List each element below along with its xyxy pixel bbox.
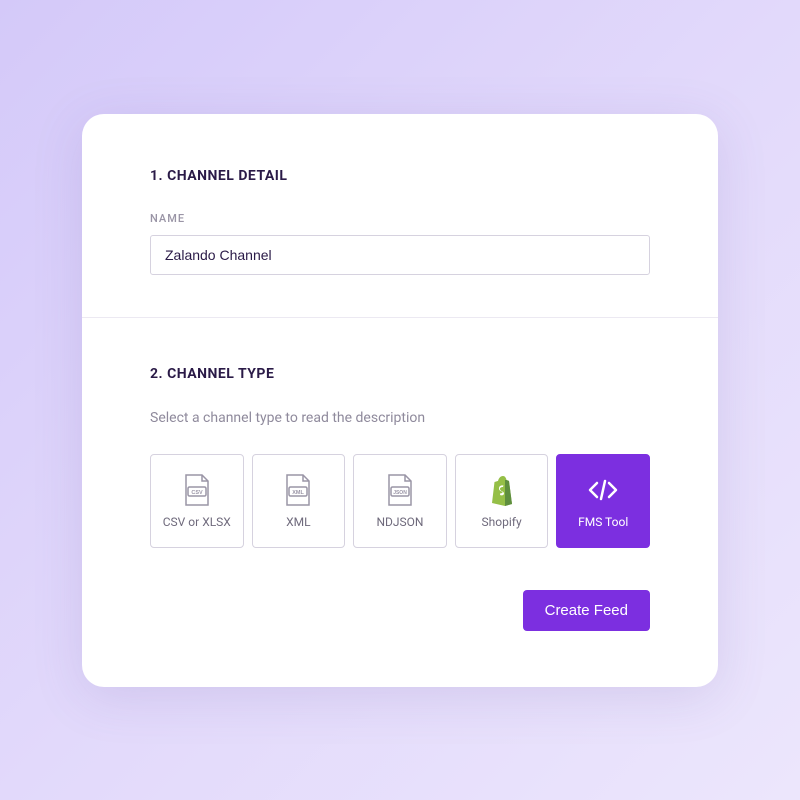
channel-type-label: NDJSON (376, 515, 423, 529)
form-actions: Create Feed (150, 590, 650, 631)
name-input[interactable] (150, 235, 650, 275)
section-2-title: 2. CHANNEL TYPE (150, 366, 650, 382)
channel-type-hint: Select a channel type to read the descri… (150, 410, 650, 426)
channel-type-label: XML (286, 515, 310, 529)
channel-type-fms[interactable]: FMS Tool (556, 454, 650, 548)
channel-type-label: CSV or XLSX (163, 515, 231, 529)
channel-type-shopify[interactable]: Shopify (455, 454, 549, 548)
section-channel-type: 2. CHANNEL TYPE Select a channel type to… (82, 317, 718, 687)
channel-type-label: FMS Tool (578, 515, 628, 529)
channel-form-card: 1. CHANNEL DETAIL NAME 2. CHANNEL TYPE S… (82, 114, 718, 687)
channel-type-label: Shopify (482, 515, 522, 529)
svg-text:CSV: CSV (191, 490, 203, 496)
name-label: NAME (150, 212, 650, 225)
svg-text:JSON: JSON (393, 490, 407, 496)
channel-type-ndjson[interactable]: JSON NDJSON (353, 454, 447, 548)
section-1-title: 1. CHANNEL DETAIL (150, 168, 650, 184)
section-channel-detail: 1. CHANNEL DETAIL NAME (82, 114, 718, 317)
xml-file-icon: XML (283, 473, 313, 507)
channel-type-options: CSV CSV or XLSX XML XML (150, 454, 650, 548)
create-feed-button[interactable]: Create Feed (523, 590, 650, 631)
channel-type-xml[interactable]: XML XML (252, 454, 346, 548)
csv-file-icon: CSV (182, 473, 212, 507)
svg-text:XML: XML (293, 490, 305, 496)
code-icon (586, 473, 620, 507)
json-file-icon: JSON (385, 473, 415, 507)
shopify-icon (487, 473, 517, 507)
channel-type-csv[interactable]: CSV CSV or XLSX (150, 454, 244, 548)
